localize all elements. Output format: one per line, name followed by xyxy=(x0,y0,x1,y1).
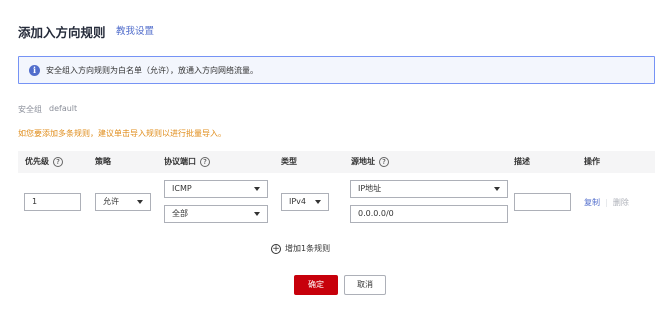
caret-down-icon xyxy=(254,212,260,216)
row-operations: 复制 | 删除 xyxy=(584,197,629,208)
column-type: 类型 xyxy=(281,157,297,166)
column-description: 描述 xyxy=(514,157,530,166)
source-type-select-value: IP地址 xyxy=(358,184,382,193)
table-header: 优先级? 策略 协议端口? 类型 源地址? 描述 操作 xyxy=(18,151,655,173)
help-question-icon[interactable]: ? xyxy=(53,156,63,167)
column-protocol-port-label: 协议端口 xyxy=(164,157,196,166)
help-question-icon[interactable]: ? xyxy=(200,156,210,167)
protocol-select[interactable]: ICMP xyxy=(164,180,268,198)
policy-select[interactable]: 允许 xyxy=(95,193,151,211)
port-select-value: 全部 xyxy=(172,209,188,218)
confirm-button[interactable]: 确定 xyxy=(294,275,338,295)
caret-down-icon xyxy=(137,200,143,204)
info-icon: i xyxy=(29,65,40,76)
column-protocol-port: 协议端口? xyxy=(164,156,210,167)
help-link[interactable]: 教我设置 xyxy=(116,23,154,37)
security-group-label: 安全组 xyxy=(18,105,42,114)
help-question-icon[interactable]: ? xyxy=(379,156,389,167)
caret-down-icon xyxy=(494,187,500,191)
column-source-label: 源地址 xyxy=(351,157,375,166)
column-priority: 优先级? xyxy=(25,156,63,167)
operation-divider: | xyxy=(602,198,611,207)
info-banner: i 安全组入方向规则为白名单（允许），放通入方向网络流量。 xyxy=(18,56,655,84)
delete-rule-link[interactable]: 删除 xyxy=(613,198,629,207)
column-policy: 策略 xyxy=(95,157,111,166)
source-type-select[interactable]: IP地址 xyxy=(350,180,508,198)
cancel-button[interactable]: 取消 xyxy=(344,275,386,295)
page-title: 添加入方向规则 xyxy=(18,25,106,40)
caret-down-icon xyxy=(254,187,260,191)
priority-input[interactable]: 1 xyxy=(24,193,81,211)
port-select[interactable]: 全部 xyxy=(164,205,268,223)
policy-select-value: 允许 xyxy=(103,197,119,206)
column-operation: 操作 xyxy=(584,157,600,166)
batch-import-tip: 如您要添加多条规则，建议单击导入规则以进行批量导入。 xyxy=(18,129,226,138)
protocol-select-value: ICMP xyxy=(172,184,192,193)
type-select-value: IPv4 xyxy=(289,197,307,206)
add-rule-label: 增加1条规则 xyxy=(285,244,331,253)
column-source: 源地址? xyxy=(351,156,389,167)
column-priority-label: 优先级 xyxy=(25,157,49,166)
type-select[interactable]: IPv4 xyxy=(281,193,329,211)
caret-down-icon xyxy=(315,200,321,204)
source-address-input[interactable]: 0.0.0.0/0 xyxy=(350,205,508,223)
plus-circle-icon: + xyxy=(271,243,281,254)
info-text: 安全组入方向规则为白名单（允许），放通入方向网络流量。 xyxy=(46,66,258,75)
description-input[interactable] xyxy=(514,193,571,211)
security-group-value: default xyxy=(49,104,78,113)
copy-rule-link[interactable]: 复制 xyxy=(584,198,600,207)
add-rule-button[interactable]: + 增加1条规则 xyxy=(271,243,330,254)
